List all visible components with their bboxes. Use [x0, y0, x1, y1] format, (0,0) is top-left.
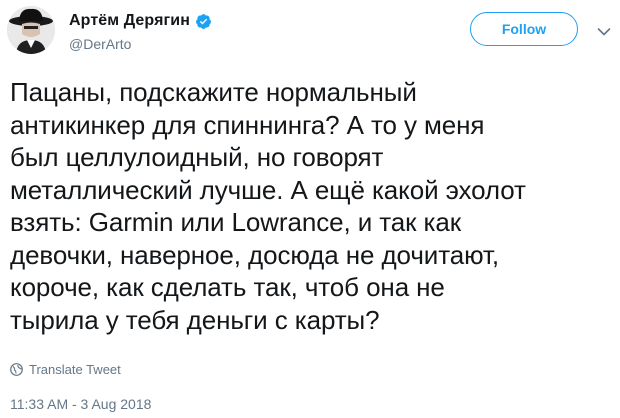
author-handle[interactable]: @DerArto: [69, 36, 212, 52]
tweet-text: Пацаны, подскажите нормальный антикинкер…: [10, 77, 526, 335]
translate-tweet-link[interactable]: Translate Tweet: [10, 362, 121, 377]
avatar[interactable]: [7, 6, 55, 54]
author-block: Артём Дерягин @DerArto: [69, 10, 212, 52]
translate-tweet-label: Translate Tweet: [29, 362, 121, 377]
author-name-row: Артём Дерягин: [69, 10, 212, 32]
cowboy-hat-avatar-icon: [7, 6, 55, 54]
chevron-down-icon[interactable]: [597, 24, 611, 36]
verified-badge-icon: [195, 13, 212, 30]
follow-button[interactable]: Follow: [470, 12, 578, 46]
author-display-name[interactable]: Артём Дерягин: [69, 12, 190, 30]
globe-icon: [10, 363, 23, 376]
tweet-timestamp[interactable]: 11:33 AM - 3 Aug 2018: [10, 396, 151, 412]
tweet-card: Артём Дерягин @DerArto Follow Пацаны, по…: [0, 0, 620, 418]
